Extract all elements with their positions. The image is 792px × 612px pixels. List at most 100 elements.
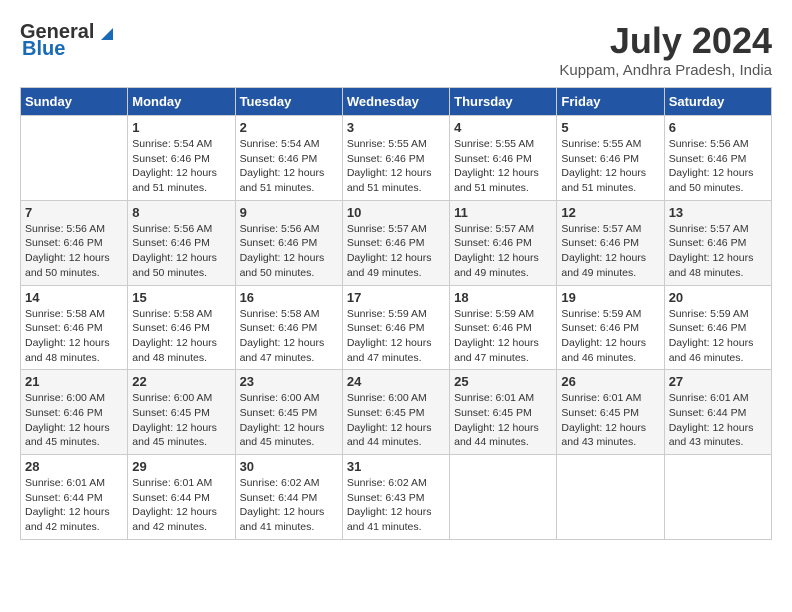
calendar-cell: 7Sunrise: 5:56 AM Sunset: 6:46 PM Daylig… bbox=[21, 200, 128, 285]
day-number: 2 bbox=[240, 120, 338, 135]
day-number: 8 bbox=[132, 205, 230, 220]
calendar-cell: 17 Sunrise: 5:59 AM Sunset: 6:46 PM Dayli… bbox=[342, 285, 449, 370]
day-number: 27 bbox=[669, 374, 767, 389]
calendar-cell: 10Sunrise: 5:57 AM Sunset: 6:46 PM Dayli… bbox=[342, 200, 449, 285]
day-number: 26 bbox=[561, 374, 659, 389]
cell-sun-info: Sunrise: 5:54 AM Sunset: 6:46 PM Dayligh… bbox=[132, 137, 230, 196]
cell-sun-info: Sunrise: 5:58 AM Sunset: 6:46 PM Dayligh… bbox=[240, 307, 338, 366]
cell-sun-info: Sunrise: 5:59 AM Sunset: 6:46 PM Dayligh… bbox=[561, 307, 659, 366]
cell-sun-info: Sunrise: 5:54 AM Sunset: 6:46 PM Dayligh… bbox=[240, 137, 338, 196]
cell-sun-info: Sunrise: 6:01 AM Sunset: 6:45 PM Dayligh… bbox=[561, 391, 659, 450]
cell-sun-info: Sunrise: 5:55 AM Sunset: 6:46 PM Dayligh… bbox=[347, 137, 445, 196]
calendar-cell: 15 Sunrise: 5:58 AM Sunset: 6:46 PM Dayli… bbox=[128, 285, 235, 370]
calendar-cell bbox=[450, 455, 557, 540]
day-number: 5 bbox=[561, 120, 659, 135]
cell-sun-info: Sunrise: 5:57 AM Sunset: 6:46 PM Dayligh… bbox=[347, 222, 445, 281]
day-number: 29 bbox=[132, 459, 230, 474]
day-number: 15 bbox=[132, 290, 230, 305]
calendar-cell: 1 Sunrise: 5:54 AM Sunset: 6:46 PM Daylig… bbox=[128, 116, 235, 201]
calendar-cell: 5 Sunrise: 5:55 AM Sunset: 6:46 PM Daylig… bbox=[557, 116, 664, 201]
cell-sun-info: Sunrise: 6:00 AM Sunset: 6:46 PM Dayligh… bbox=[25, 391, 123, 450]
cell-sun-info: Sunrise: 5:59 AM Sunset: 6:46 PM Dayligh… bbox=[347, 307, 445, 366]
weekday-header-thursday: Thursday bbox=[450, 88, 557, 116]
cell-sun-info: Sunrise: 5:57 AM Sunset: 6:46 PM Dayligh… bbox=[669, 222, 767, 281]
cell-sun-info: Sunrise: 5:59 AM Sunset: 6:46 PM Dayligh… bbox=[669, 307, 767, 366]
calendar-week-row: 21 Sunrise: 6:00 AM Sunset: 6:46 PM Dayli… bbox=[21, 370, 772, 455]
logo: General Blue bbox=[20, 20, 117, 61]
calendar-week-row: 28 Sunrise: 6:01 AM Sunset: 6:44 PM Dayli… bbox=[21, 455, 772, 540]
logo-triangle-icon bbox=[95, 22, 117, 44]
day-number: 9 bbox=[240, 205, 338, 220]
day-number: 14 bbox=[25, 290, 123, 305]
day-number: 17 bbox=[347, 290, 445, 305]
calendar-cell: 24Sunrise: 6:00 AM Sunset: 6:45 PM Dayli… bbox=[342, 370, 449, 455]
weekday-header-saturday: Saturday bbox=[664, 88, 771, 116]
calendar-cell: 4 Sunrise: 5:55 AM Sunset: 6:46 PM Daylig… bbox=[450, 116, 557, 201]
day-number: 30 bbox=[240, 459, 338, 474]
calendar-cell: 25 Sunrise: 6:01 AM Sunset: 6:45 PM Dayli… bbox=[450, 370, 557, 455]
calendar-cell: 6 Sunrise: 5:56 AM Sunset: 6:46 PM Daylig… bbox=[664, 116, 771, 201]
calendar-week-row: 7 Sunrise: 5:56 AM Sunset: 6:46 PM Daylig… bbox=[21, 200, 772, 285]
cell-sun-info: Sunrise: 6:02 AM Sunset: 6:43 PM Dayligh… bbox=[347, 476, 445, 535]
calendar-cell: 22 Sunrise: 6:00 AM Sunset: 6:45 PM Dayli… bbox=[128, 370, 235, 455]
day-number: 31 bbox=[347, 459, 445, 474]
calendar-cell: 16 Sunrise: 5:58 AM Sunset: 6:46 PM Dayli… bbox=[235, 285, 342, 370]
calendar-cell: 20Sunrise: 5:59 AM Sunset: 6:46 PM Dayli… bbox=[664, 285, 771, 370]
weekday-header-friday: Friday bbox=[557, 88, 664, 116]
day-number: 22 bbox=[132, 374, 230, 389]
cell-sun-info: Sunrise: 5:55 AM Sunset: 6:46 PM Dayligh… bbox=[561, 137, 659, 196]
month-year-title: July 2024 bbox=[559, 20, 772, 62]
calendar-table: SundayMondayTuesdayWednesdayThursdayFrid… bbox=[20, 87, 772, 540]
day-number: 6 bbox=[669, 120, 767, 135]
calendar-cell: 13 Sunrise: 5:57 AM Sunset: 6:46 PM Dayli… bbox=[664, 200, 771, 285]
location-text: Kuppam, Andhra Pradesh, India bbox=[559, 62, 772, 79]
day-number: 19 bbox=[561, 290, 659, 305]
day-number: 4 bbox=[454, 120, 552, 135]
day-number: 3 bbox=[347, 120, 445, 135]
calendar-cell: 12Sunrise: 5:57 AM Sunset: 6:46 PM Dayli… bbox=[557, 200, 664, 285]
calendar-cell: 31 Sunrise: 6:02 AM Sunset: 6:43 PM Dayli… bbox=[342, 455, 449, 540]
cell-sun-info: Sunrise: 5:57 AM Sunset: 6:46 PM Dayligh… bbox=[561, 222, 659, 281]
cell-sun-info: Sunrise: 5:58 AM Sunset: 6:46 PM Dayligh… bbox=[132, 307, 230, 366]
title-block: July 2024 Kuppam, Andhra Pradesh, India bbox=[559, 20, 772, 79]
cell-sun-info: Sunrise: 5:55 AM Sunset: 6:46 PM Dayligh… bbox=[454, 137, 552, 196]
calendar-week-row: 1 Sunrise: 5:54 AM Sunset: 6:46 PM Daylig… bbox=[21, 116, 772, 201]
cell-sun-info: Sunrise: 5:56 AM Sunset: 6:46 PM Dayligh… bbox=[132, 222, 230, 281]
day-number: 11 bbox=[454, 205, 552, 220]
calendar-cell: 18 Sunrise: 5:59 AM Sunset: 6:46 PM Dayli… bbox=[450, 285, 557, 370]
cell-sun-info: Sunrise: 6:01 AM Sunset: 6:44 PM Dayligh… bbox=[132, 476, 230, 535]
cell-sun-info: Sunrise: 5:59 AM Sunset: 6:46 PM Dayligh… bbox=[454, 307, 552, 366]
day-number: 1 bbox=[132, 120, 230, 135]
cell-sun-info: Sunrise: 5:56 AM Sunset: 6:46 PM Dayligh… bbox=[240, 222, 338, 281]
day-number: 18 bbox=[454, 290, 552, 305]
calendar-cell: 9 Sunrise: 5:56 AM Sunset: 6:46 PM Daylig… bbox=[235, 200, 342, 285]
day-number: 25 bbox=[454, 374, 552, 389]
cell-sun-info: Sunrise: 6:02 AM Sunset: 6:44 PM Dayligh… bbox=[240, 476, 338, 535]
cell-sun-info: Sunrise: 6:00 AM Sunset: 6:45 PM Dayligh… bbox=[240, 391, 338, 450]
calendar-week-row: 14 Sunrise: 5:58 AM Sunset: 6:46 PM Dayli… bbox=[21, 285, 772, 370]
day-number: 7 bbox=[25, 205, 123, 220]
calendar-cell: 8 Sunrise: 5:56 AM Sunset: 6:46 PM Daylig… bbox=[128, 200, 235, 285]
calendar-cell: 14Sunrise: 5:58 AM Sunset: 6:46 PM Dayli… bbox=[21, 285, 128, 370]
logo-blue-text: Blue bbox=[22, 38, 65, 61]
calendar-cell: 27Sunrise: 6:01 AM Sunset: 6:44 PM Dayli… bbox=[664, 370, 771, 455]
calendar-cell: 3 Sunrise: 5:55 AM Sunset: 6:46 PM Daylig… bbox=[342, 116, 449, 201]
day-number: 24 bbox=[347, 374, 445, 389]
cell-sun-info: Sunrise: 5:56 AM Sunset: 6:46 PM Dayligh… bbox=[669, 137, 767, 196]
day-number: 21 bbox=[25, 374, 123, 389]
calendar-cell: 21 Sunrise: 6:00 AM Sunset: 6:46 PM Dayli… bbox=[21, 370, 128, 455]
day-number: 28 bbox=[25, 459, 123, 474]
calendar-cell bbox=[664, 455, 771, 540]
calendar-cell: 26 Sunrise: 6:01 AM Sunset: 6:45 PM Dayli… bbox=[557, 370, 664, 455]
calendar-cell: 28Sunrise: 6:01 AM Sunset: 6:44 PM Dayli… bbox=[21, 455, 128, 540]
calendar-cell: 2 Sunrise: 5:54 AM Sunset: 6:46 PM Daylig… bbox=[235, 116, 342, 201]
calendar-cell: 29 Sunrise: 6:01 AM Sunset: 6:44 PM Dayli… bbox=[128, 455, 235, 540]
calendar-cell: 19 Sunrise: 5:59 AM Sunset: 6:46 PM Dayli… bbox=[557, 285, 664, 370]
cell-sun-info: Sunrise: 6:00 AM Sunset: 6:45 PM Dayligh… bbox=[132, 391, 230, 450]
calendar-cell: 11Sunrise: 5:57 AM Sunset: 6:46 PM Dayli… bbox=[450, 200, 557, 285]
day-number: 16 bbox=[240, 290, 338, 305]
day-number: 13 bbox=[669, 205, 767, 220]
calendar-cell bbox=[21, 116, 128, 201]
cell-sun-info: Sunrise: 6:01 AM Sunset: 6:45 PM Dayligh… bbox=[454, 391, 552, 450]
calendar-cell bbox=[557, 455, 664, 540]
